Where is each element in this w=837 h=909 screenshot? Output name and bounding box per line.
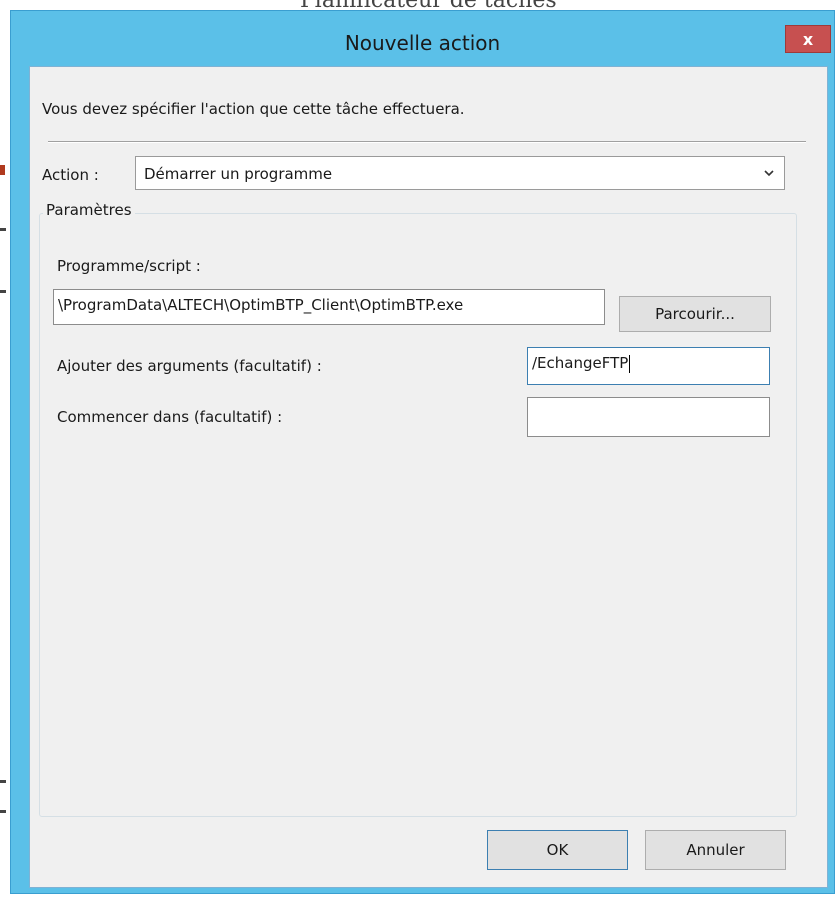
title-bar[interactable]: Nouvelle action x: [11, 11, 834, 68]
background-marker: [0, 810, 6, 813]
background-window-edge: [0, 0, 10, 909]
instruction-text: Vous devez spécifier l'action que cette …: [42, 100, 465, 118]
dialog-body: Vous devez spécifier l'action que cette …: [29, 66, 828, 888]
program-script-value: \ProgramData\ALTECH\OptimBTP_Client\Opti…: [58, 296, 464, 314]
arguments-value: /EchangeFTP: [532, 354, 629, 372]
action-dropdown-value: Démarrer un programme: [144, 165, 333, 183]
start-in-input[interactable]: [527, 397, 770, 437]
chevron-down-icon: [764, 170, 774, 177]
browse-button-label: Parcourir...: [655, 305, 735, 323]
parameters-group-label: Paramètres: [43, 201, 135, 219]
background-marker: [0, 290, 6, 293]
arguments-label: Ajouter des arguments (facultatif) :: [57, 357, 322, 375]
text-caret: [629, 354, 631, 373]
background-marker: [0, 228, 6, 231]
ok-button-label: OK: [546, 841, 569, 859]
close-button[interactable]: x: [785, 25, 831, 53]
separator-line: [48, 141, 806, 143]
close-icon: x: [802, 29, 814, 49]
cancel-button-label: Annuler: [686, 841, 745, 859]
nouvelle-action-dialog: Nouvelle action x Vous devez spécifier l…: [10, 10, 835, 894]
start-in-label: Commencer dans (facultatif) :: [57, 408, 283, 426]
arguments-input[interactable]: /EchangeFTP: [527, 347, 770, 385]
action-label: Action :: [42, 166, 99, 184]
background-marker: [0, 780, 6, 783]
dialog-title: Nouvelle action: [344, 31, 501, 55]
background-window-title: Planificateur de tâches: [300, 0, 600, 10]
action-dropdown[interactable]: Démarrer un programme: [135, 156, 785, 190]
browse-button[interactable]: Parcourir...: [619, 296, 771, 332]
ok-button[interactable]: OK: [487, 830, 628, 870]
cancel-button[interactable]: Annuler: [645, 830, 786, 870]
program-script-label: Programme/script :: [57, 257, 201, 275]
background-marker: [0, 165, 5, 175]
screen: Planificateur de tâches Nouvelle action …: [0, 0, 837, 909]
program-script-input[interactable]: \ProgramData\ALTECH\OptimBTP_Client\Opti…: [53, 289, 605, 325]
